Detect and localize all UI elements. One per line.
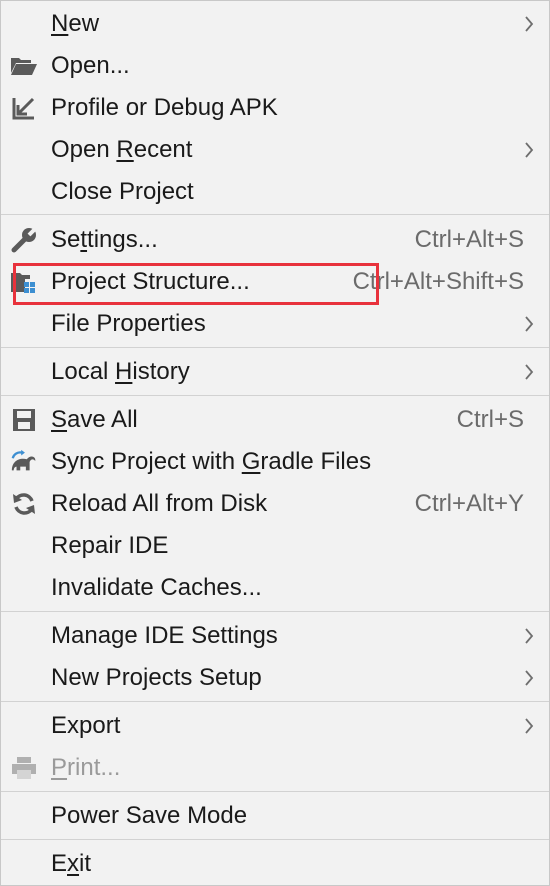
menu-item-manage-ide-settings[interactable]: Manage IDE Settings xyxy=(1,615,549,657)
menu-item-label: Settings... xyxy=(51,226,158,253)
menu-separator xyxy=(1,214,549,215)
menu-item-label: Reload All from Disk xyxy=(51,490,268,517)
menu-item-label: Repair IDE xyxy=(51,532,169,559)
menu-item-label: Local History xyxy=(51,358,190,385)
menu-item-new-projects-setup[interactable]: New Projects Setup xyxy=(1,657,549,699)
chevron-right-icon xyxy=(525,16,534,32)
menu-item-open-recent[interactable]: Open Recent xyxy=(1,129,549,171)
reload-icon xyxy=(10,491,38,517)
menu-item-label: Export xyxy=(51,712,121,739)
highlight-annotation-box xyxy=(13,263,379,305)
menu-item-label: Manage IDE Settings xyxy=(51,622,278,649)
menu-item-label: Print... xyxy=(51,754,121,781)
chevron-right-icon xyxy=(525,316,534,332)
menu-item-shortcut: Ctrl+Alt+Y xyxy=(414,490,524,517)
menu-item-new[interactable]: New xyxy=(1,3,549,45)
menu-item-label: New Projects Setup xyxy=(51,664,262,691)
menu-item-settings[interactable]: Settings... Ctrl+Alt+S xyxy=(1,219,549,261)
menu-separator xyxy=(1,791,549,792)
menu-item-export[interactable]: Export xyxy=(1,705,549,747)
menu-item-label: Save All xyxy=(51,406,138,433)
print-icon xyxy=(10,755,38,781)
menu-item-reload-all[interactable]: Reload All from Disk Ctrl+Alt+Y xyxy=(1,483,549,525)
chevron-right-icon xyxy=(525,670,534,686)
wrench-icon xyxy=(10,227,38,253)
menu-item-label: Close Project xyxy=(51,178,194,205)
menu-item-label: Open... xyxy=(51,52,130,79)
menu-separator xyxy=(1,347,549,348)
menu-item-label: Exit xyxy=(51,850,92,877)
chevron-right-icon xyxy=(525,142,534,158)
menu-separator xyxy=(1,701,549,702)
menu-item-invalidate-caches[interactable]: Invalidate Caches... xyxy=(1,567,549,609)
save-icon xyxy=(10,407,38,433)
chevron-right-icon xyxy=(525,718,534,734)
menu-item-power-save-mode[interactable]: Power Save Mode xyxy=(1,795,549,837)
menu-separator xyxy=(1,839,549,840)
menu-item-local-history[interactable]: Local History xyxy=(1,351,549,393)
menu-item-shortcut: Ctrl+S xyxy=(456,406,524,433)
menu-item-file-properties[interactable]: File Properties xyxy=(1,303,549,345)
menu-item-repair-ide[interactable]: Repair IDE xyxy=(1,525,549,567)
menu-item-label: Profile or Debug APK xyxy=(51,94,278,121)
menu-item-profile-debug-apk[interactable]: Profile or Debug APK xyxy=(1,87,549,129)
menu-item-label: Open Recent xyxy=(51,136,193,163)
menu-item-sync-gradle[interactable]: Sync Project with Gradle Files xyxy=(1,441,549,483)
file-menu: New Open... Profile or Debug APK Open Re… xyxy=(0,0,550,886)
folder-open-icon xyxy=(10,53,38,79)
menu-item-shortcut: Ctrl+Alt+S xyxy=(414,226,524,253)
menu-item-label: Power Save Mode xyxy=(51,802,248,829)
menu-item-save-all[interactable]: Save All Ctrl+S xyxy=(1,399,549,441)
menu-item-label: Sync Project with Gradle Files xyxy=(51,448,372,475)
gradle-sync-icon xyxy=(10,449,38,475)
menu-separator xyxy=(1,611,549,612)
menu-item-label: New xyxy=(51,10,100,37)
menu-item-exit[interactable]: Exit xyxy=(1,843,549,885)
menu-separator xyxy=(1,395,549,396)
chevron-right-icon xyxy=(525,628,534,644)
menu-item-label: Invalidate Caches... xyxy=(51,574,262,601)
import-arrow-icon xyxy=(10,95,38,121)
menu-item-label: File Properties xyxy=(51,310,206,337)
menu-item-close-project[interactable]: Close Project xyxy=(1,171,549,213)
chevron-right-icon xyxy=(525,364,534,380)
menu-item-open[interactable]: Open... xyxy=(1,45,549,87)
menu-item-print: Print... xyxy=(1,747,549,789)
